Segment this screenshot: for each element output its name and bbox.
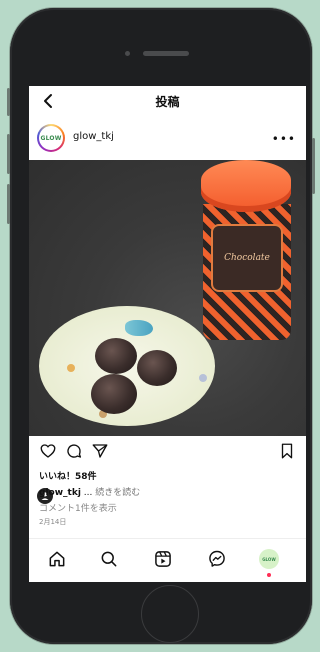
like-count[interactable]: いいね！58件 bbox=[39, 469, 97, 482]
chocolate-truffle bbox=[137, 350, 177, 386]
tin-label-text: Chocolate bbox=[224, 253, 270, 263]
heart-icon[interactable] bbox=[39, 442, 57, 460]
plate-flower-decoration bbox=[199, 374, 207, 382]
volume-up-button bbox=[7, 134, 10, 174]
top-bar: 投稿 bbox=[29, 86, 306, 116]
username[interactable]: glow_tkj bbox=[73, 131, 114, 142]
more-icon[interactable]: ••• bbox=[272, 132, 296, 146]
home-button[interactable] bbox=[141, 585, 199, 643]
power-button bbox=[312, 138, 315, 194]
caption-ellipsis: ... bbox=[80, 488, 96, 498]
page-title: 投稿 bbox=[155, 94, 180, 109]
earpiece-speaker bbox=[143, 51, 189, 56]
bookmark-icon[interactable] bbox=[278, 442, 296, 460]
tin-can: Chocolate bbox=[193, 160, 301, 346]
read-more-link[interactable]: 続きを読む bbox=[95, 488, 140, 498]
app-screen: 投稿 GLOW glow_tkj ••• Chocolate いいね！58件 g… bbox=[29, 86, 306, 582]
profile-avatar-text: GLOW bbox=[262, 556, 276, 562]
home-icon[interactable] bbox=[47, 549, 67, 569]
profile-avatar[interactable]: GLOW bbox=[259, 549, 279, 569]
post-date: 2月14日 bbox=[39, 518, 67, 526]
comment-icon[interactable] bbox=[65, 442, 83, 460]
notification-dot bbox=[267, 573, 271, 577]
front-camera bbox=[125, 51, 130, 56]
avatar-logo-text: GLOW bbox=[40, 134, 62, 142]
post-image[interactable]: Chocolate bbox=[29, 160, 306, 504]
bottom-nav: GLOW bbox=[29, 538, 306, 582]
back-icon[interactable] bbox=[39, 91, 59, 111]
plate-flower-decoration bbox=[67, 364, 75, 372]
volume-down-button bbox=[7, 184, 10, 224]
mute-switch bbox=[7, 88, 10, 116]
chocolate-truffle bbox=[91, 374, 137, 414]
post-header: GLOW glow_tkj ••• bbox=[29, 120, 306, 160]
search-icon[interactable] bbox=[99, 549, 119, 569]
plate-bird-decoration bbox=[125, 320, 153, 336]
chocolate-truffle bbox=[95, 338, 137, 374]
tin-label: Chocolate bbox=[211, 224, 283, 292]
view-comments-link[interactable]: コメント1件を表示 bbox=[39, 501, 117, 514]
reels-icon[interactable] bbox=[153, 549, 173, 569]
caption-username[interactable]: glow_tkj bbox=[39, 488, 81, 498]
caption: glow_tkj ... 続きを読む bbox=[39, 485, 140, 498]
avatar-logo: GLOW bbox=[39, 126, 63, 150]
messenger-icon[interactable] bbox=[207, 549, 227, 569]
avatar[interactable]: GLOW bbox=[37, 124, 65, 152]
share-icon[interactable] bbox=[91, 442, 109, 460]
tin-lid bbox=[201, 160, 291, 212]
post-actions bbox=[29, 436, 306, 466]
